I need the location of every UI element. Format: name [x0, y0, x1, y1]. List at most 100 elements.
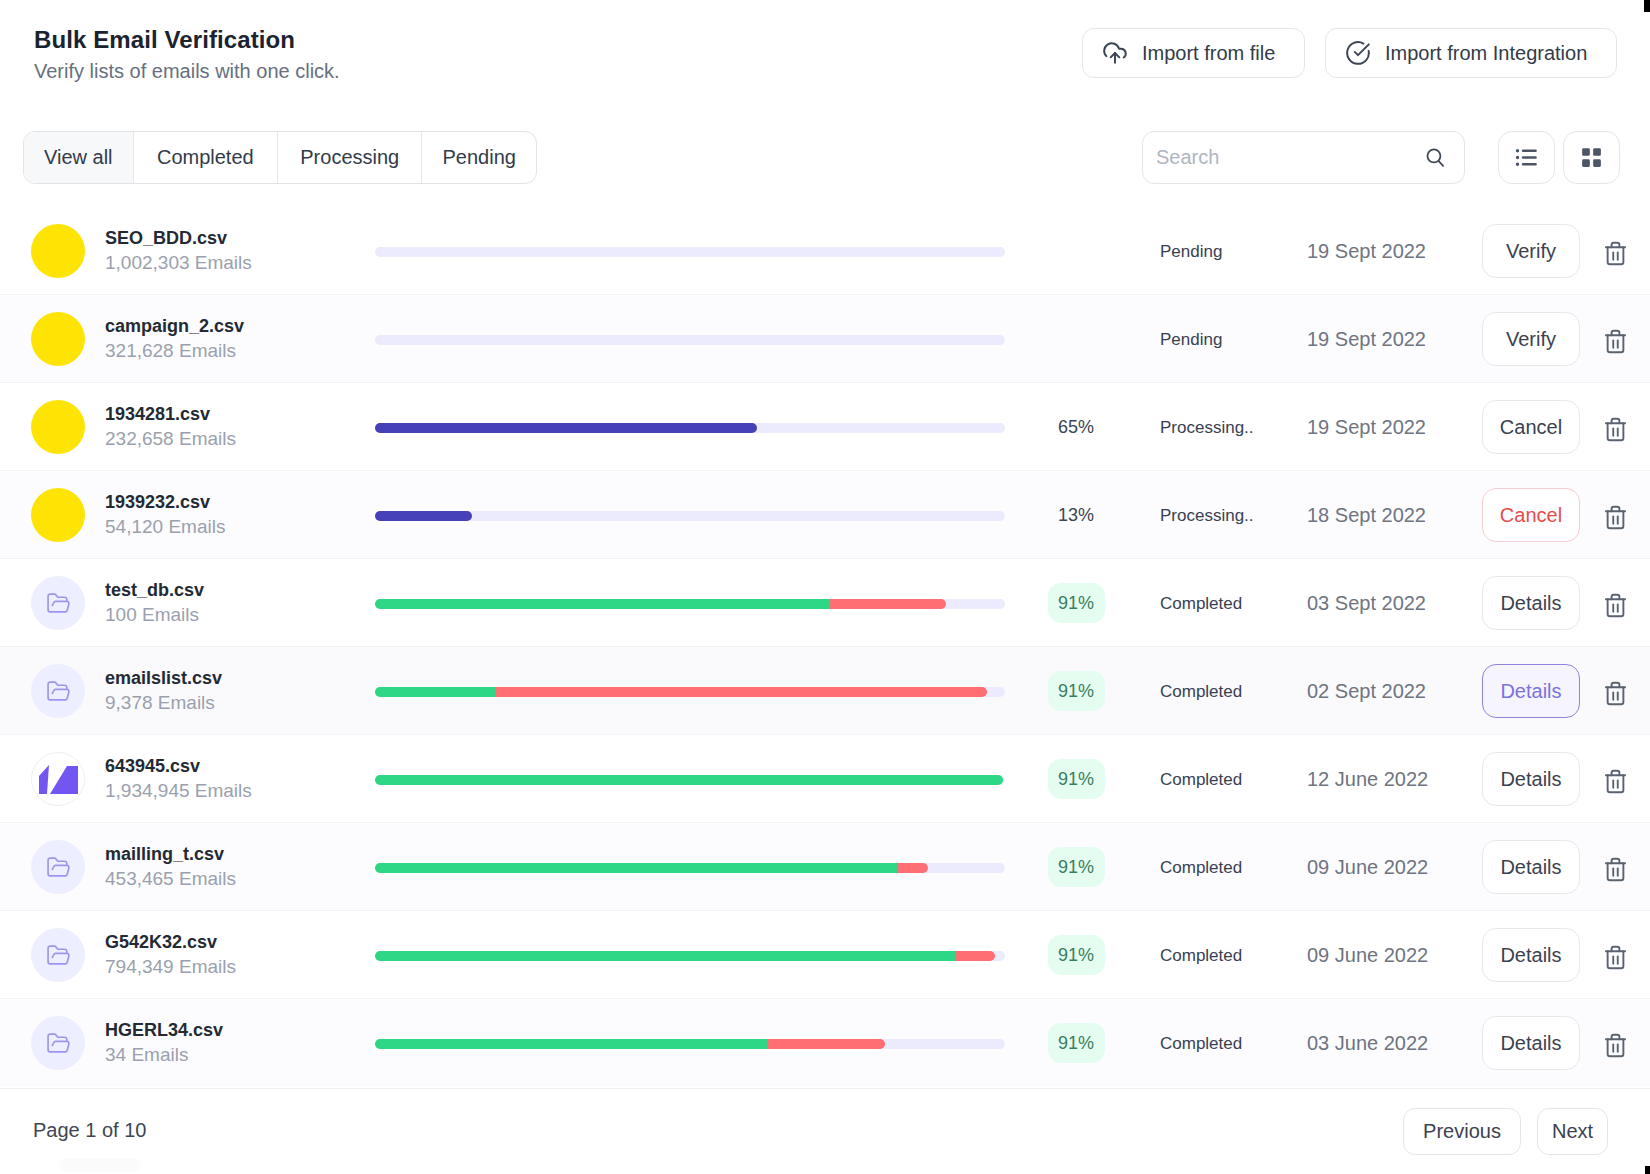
file-yellow-icon	[31, 400, 85, 454]
delete-button[interactable]	[1601, 1030, 1629, 1060]
file-row: campaign_2.csv 321,628 Emails Pending 19 Se…	[0, 295, 1650, 383]
status-text: Pending	[1160, 330, 1222, 350]
file-name: G542K32.csv	[105, 932, 217, 953]
file-yellow-icon	[31, 224, 85, 278]
file-email-count: 453,465 Emails	[105, 868, 236, 890]
file-name: test_db.csv	[105, 580, 204, 601]
percent-badge: 91%	[1048, 583, 1105, 623]
percent-badge: 91%	[1048, 1023, 1105, 1063]
file-row: SEO_BDD.csv1,002,303 EmailsPending19 Sep…	[0, 207, 1650, 295]
progress-segment-red	[897, 863, 928, 873]
date-text: 03 Sept 2022	[1307, 592, 1426, 615]
progress-bar	[375, 599, 1005, 609]
trash-icon	[1602, 680, 1629, 707]
progress-segment-green	[375, 1039, 768, 1049]
file-row: emailslist.csv9,378 Emails91%Completed02…	[0, 647, 1650, 735]
search-input[interactable]: Search	[1142, 131, 1465, 184]
progress-bar	[375, 511, 1005, 521]
file-name: campaign_2.csv	[105, 316, 244, 337]
details-button[interactable]: Details	[1482, 1016, 1580, 1070]
tab-label: Pending	[443, 146, 516, 169]
details-button[interactable]: Details	[1482, 840, 1580, 894]
row-divider	[0, 294, 1650, 295]
trash-icon	[1602, 768, 1629, 795]
file-email-count: 232,658 Emails	[105, 428, 236, 450]
delete-button[interactable]	[1601, 942, 1629, 972]
delete-button[interactable]	[1601, 854, 1629, 884]
progress-segment-green	[375, 863, 897, 873]
file-email-count: 100 Emails	[105, 604, 199, 626]
folder-icon	[31, 928, 85, 982]
details-button[interactable]: Details	[1482, 752, 1580, 806]
delete-button[interactable]	[1601, 590, 1629, 620]
list-view-button[interactable]	[1498, 131, 1555, 184]
file-row: 643945.csv1,934,945 Emails91%Completed12…	[0, 735, 1650, 823]
file-email-count: 321,628 Emails	[105, 340, 236, 362]
cancel-button[interactable]: Cancel	[1482, 400, 1580, 454]
delete-button[interactable]	[1601, 326, 1629, 356]
previous-page-button[interactable]: Previous	[1403, 1108, 1521, 1155]
import-from-integration-button[interactable]: Import from Integration	[1325, 28, 1617, 78]
progress-bar	[375, 775, 1005, 785]
progress-bar	[375, 247, 1005, 257]
date-text: 02 Sept 2022	[1307, 680, 1426, 703]
date-text: 09 June 2022	[1307, 856, 1428, 879]
import-from-integration-label: Import from Integration	[1385, 42, 1587, 65]
file-yellow-icon	[31, 488, 85, 542]
status-text: Completed	[1160, 858, 1242, 878]
cancel-button[interactable]: Cancel	[1482, 488, 1580, 542]
folder-icon	[31, 1016, 85, 1070]
percent-cell: 91%	[1031, 999, 1121, 1087]
next-page-button[interactable]: Next	[1537, 1108, 1608, 1155]
details-button[interactable]: Details	[1482, 576, 1580, 630]
details-button[interactable]: Details	[1482, 664, 1580, 718]
file-email-count: 34 Emails	[105, 1044, 188, 1066]
verify-button[interactable]: Verify	[1482, 224, 1580, 278]
file-row: HGERL34.csv34 Emails91%Completed03 June …	[0, 999, 1650, 1087]
tab-pending[interactable]: Pending	[422, 132, 536, 183]
progress-segment-green	[375, 951, 955, 961]
page-info: Page 1 of 10	[33, 1119, 146, 1142]
date-text: 19 Sept 2022	[1307, 240, 1426, 263]
file-email-count: 9,378 Emails	[105, 692, 215, 714]
progress-segment-green	[375, 599, 830, 609]
file-name: mailling_t.csv	[105, 844, 224, 865]
date-text: 19 Sept 2022	[1307, 416, 1426, 439]
delete-button[interactable]	[1601, 502, 1629, 532]
tab-label: Completed	[157, 146, 254, 169]
percent-text: 13%	[1058, 505, 1094, 526]
delete-button[interactable]	[1601, 238, 1629, 268]
percent-cell: 65%	[1031, 383, 1121, 471]
tab-processing[interactable]: Processing	[278, 132, 422, 183]
tab-view-all[interactable]: View all	[24, 132, 134, 183]
trash-icon	[1602, 504, 1629, 531]
import-from-file-label: Import from file	[1142, 42, 1275, 65]
status-text: Completed	[1160, 770, 1242, 790]
page-bottom-artifact	[60, 1158, 140, 1172]
file-row: 1934281.csv232,658 Emails65%Processing..…	[0, 383, 1650, 471]
row-divider	[0, 646, 1650, 647]
row-divider	[0, 998, 1650, 999]
status-text: Completed	[1160, 946, 1242, 966]
delete-button[interactable]	[1601, 678, 1629, 708]
verify-button[interactable]: Verify	[1482, 312, 1580, 366]
date-text: 03 June 2022	[1307, 1032, 1428, 1055]
status-text: Processing..	[1160, 418, 1254, 438]
delete-button[interactable]	[1601, 766, 1629, 796]
tab-completed[interactable]: Completed	[134, 132, 278, 183]
status-text: Completed	[1160, 682, 1242, 702]
row-divider	[0, 470, 1650, 471]
import-from-file-button[interactable]: Import from file	[1082, 28, 1305, 78]
grid-view-button[interactable]	[1563, 131, 1620, 184]
date-text: 19 Sept 2022	[1307, 328, 1426, 351]
tab-label: View all	[44, 146, 113, 169]
check-circle-icon	[1345, 40, 1371, 66]
folder-icon	[31, 840, 85, 894]
date-text: 18 Sept 2022	[1307, 504, 1426, 527]
progress-segment-red	[830, 599, 946, 609]
delete-button[interactable]	[1601, 414, 1629, 444]
file-row: 1939232.csv54,120 Emails13%Processing..1…	[0, 471, 1650, 559]
tab-label: Processing	[300, 146, 399, 169]
details-button[interactable]: Details	[1482, 928, 1580, 982]
file-email-count: 794,349 Emails	[105, 956, 236, 978]
